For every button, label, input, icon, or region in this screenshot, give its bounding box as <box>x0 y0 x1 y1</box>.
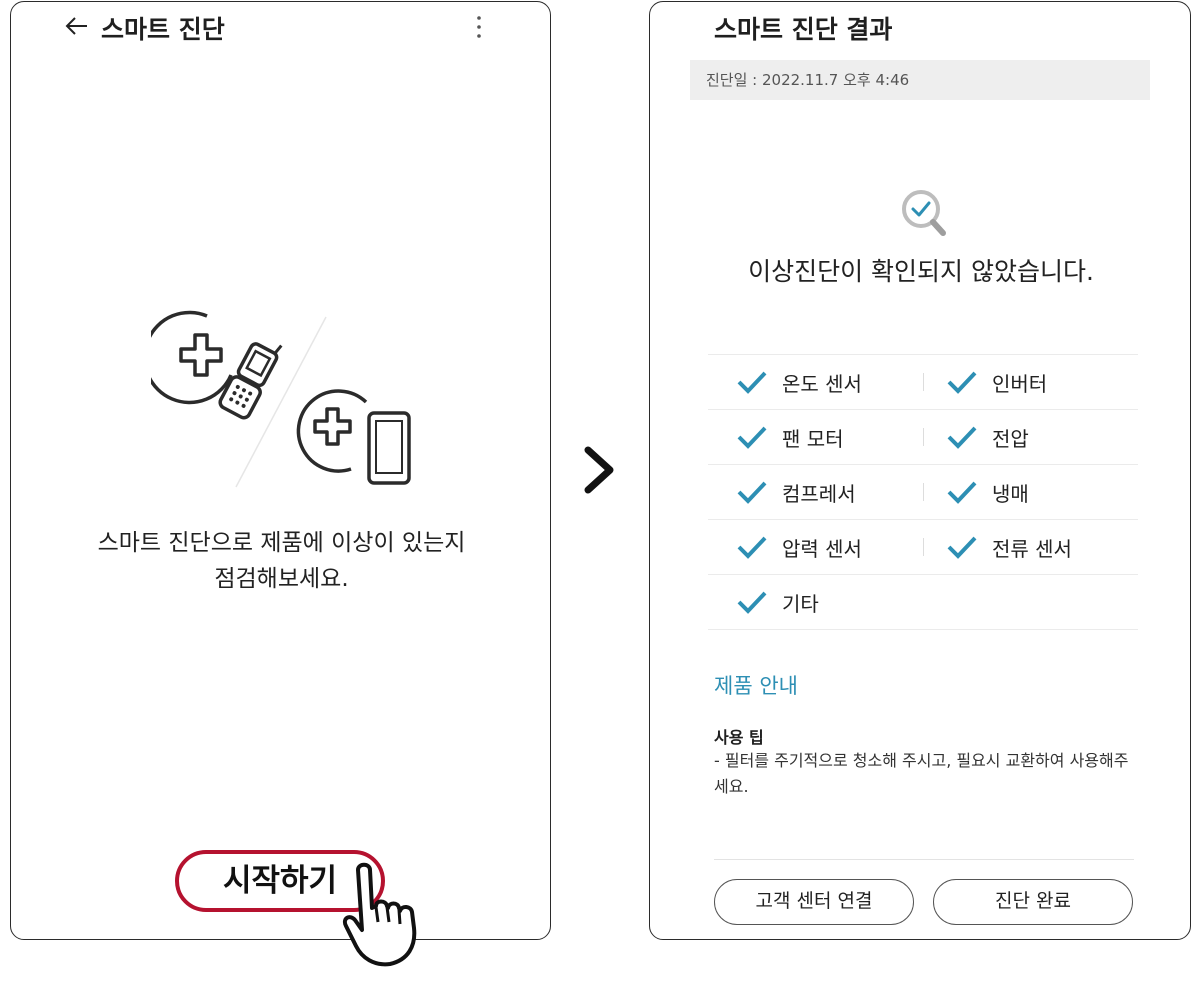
magnifier-check-icon <box>902 190 946 236</box>
smart-diagnosis-result-screen: 스마트 진단 결과 진단일 : 2022.11.7 오후 4:46 이상진단이 … <box>649 1 1191 940</box>
check-item: 냉매 <box>946 465 1029 519</box>
diagnosis-checklist: 온도 센서 인버터 팬 모터 전압 컴프레서 냉매 압력 센서 전류 센서 기타 <box>708 354 1138 630</box>
diagnosis-date-bar: 진단일 : 2022.11.7 오후 4:46 <box>690 60 1150 100</box>
check-item-label: 압력 센서 <box>782 536 862 561</box>
check-icon <box>947 481 977 504</box>
more-options-icon[interactable] <box>469 12 489 42</box>
check-item: 팬 모터 <box>736 410 844 464</box>
diagnosis-complete-button[interactable]: 진단 완료 <box>933 879 1133 925</box>
result-message: 이상진단이 확인되지 않았습니다. <box>748 257 1094 286</box>
smart-diagnosis-screen: 스마트 진단 스마트 진단으로 제품에 이상이 있는지 점검해보세요. 시작하기 <box>10 1 551 940</box>
product-guide-title: 제품 안내 <box>714 674 798 698</box>
usage-tip-title: 사용 팁 <box>714 728 764 747</box>
check-item-label: 인버터 <box>992 371 1048 396</box>
check-item: 압력 센서 <box>736 520 862 574</box>
checklist-row: 압력 센서 전류 센서 <box>708 519 1138 574</box>
check-item-label: 컴프레서 <box>782 481 856 506</box>
check-item: 전류 센서 <box>946 520 1072 574</box>
check-item-label: 온도 센서 <box>782 371 862 396</box>
check-icon <box>737 426 767 449</box>
page-title: 스마트 진단 <box>101 15 225 44</box>
check-item: 전압 <box>946 410 1029 464</box>
result-page-title: 스마트 진단 결과 <box>714 15 893 44</box>
divider <box>923 538 924 556</box>
checklist-row: 기타 <box>708 574 1138 630</box>
description-line-1: 스마트 진단으로 제품에 이상이 있는지 <box>97 530 466 556</box>
check-item-label: 전압 <box>992 426 1029 451</box>
check-item-label: 팬 모터 <box>782 426 844 451</box>
divider <box>923 483 924 501</box>
check-icon <box>947 536 977 559</box>
usage-tip-text: - 필터를 주기적으로 청소해 주시고, 필요시 교환하여 사용해주세요. <box>714 751 1129 796</box>
check-item-label: 기타 <box>782 591 819 616</box>
pointing-hand-icon <box>343 862 417 967</box>
divider <box>923 428 924 446</box>
check-item-label: 냉매 <box>992 481 1029 506</box>
check-icon <box>737 591 767 614</box>
description-line-2: 점검해보세요. <box>214 566 349 592</box>
divider <box>714 859 1134 860</box>
check-icon <box>947 426 977 449</box>
back-arrow-icon[interactable] <box>63 12 91 40</box>
divider <box>923 373 924 391</box>
check-icon <box>737 536 767 559</box>
contact-center-button[interactable]: 고객 센터 연결 <box>714 879 914 925</box>
checklist-row: 온도 센서 인버터 <box>708 354 1138 409</box>
check-icon <box>737 371 767 394</box>
check-item: 기타 <box>736 575 819 629</box>
chevron-right-icon <box>584 446 614 494</box>
check-item: 인버터 <box>946 355 1047 409</box>
checklist-row: 팬 모터 전압 <box>708 409 1138 464</box>
check-item: 컴프레서 <box>736 465 856 519</box>
check-item-label: 전류 센서 <box>992 536 1072 561</box>
check-icon <box>737 481 767 504</box>
check-icon <box>947 371 977 394</box>
check-item: 온도 센서 <box>736 355 862 409</box>
checklist-row: 컴프레서 냉매 <box>708 464 1138 519</box>
diagnosis-illustration-icon <box>151 310 411 488</box>
